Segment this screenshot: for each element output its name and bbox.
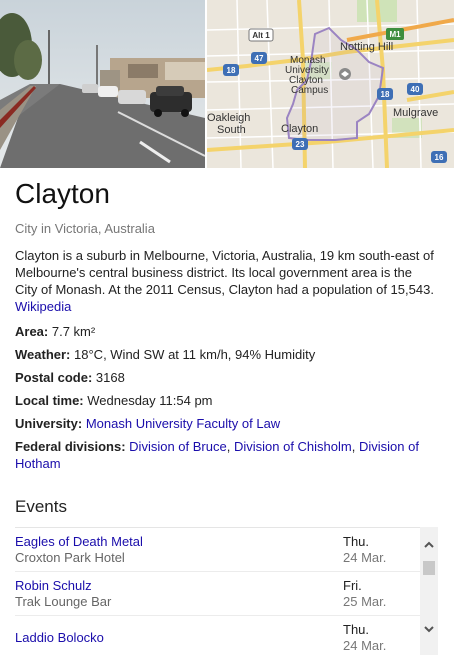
shield-alt1: Alt 1 bbox=[252, 31, 270, 40]
fact-weather: Weather: 18°C, Wind SW at 11 km/h, 94% H… bbox=[15, 346, 440, 363]
event-venue: Trak Lounge Bar bbox=[15, 594, 112, 609]
event-date: 24 Mar. bbox=[343, 638, 387, 653]
shield-16: 16 bbox=[435, 153, 444, 162]
fact-postal-label: Postal code: bbox=[15, 370, 93, 385]
page-subtitle: City in Victoria, Australia bbox=[15, 221, 155, 236]
event-row[interactable]: Robin Schulz Trak Lounge Bar Fri. 25 Mar… bbox=[15, 572, 438, 616]
federal-separator-1: , bbox=[226, 439, 231, 454]
fact-weather-value: 18°C, Wind SW at 11 km/h, 94% Humidity bbox=[74, 347, 316, 362]
fact-federal-label: Federal divisions: bbox=[15, 439, 126, 454]
event-date: 24 Mar. bbox=[343, 550, 387, 565]
event-row[interactable]: Eagles of Death Metal Croxton Park Hotel… bbox=[15, 528, 438, 572]
shield-m1: M1 bbox=[389, 30, 401, 39]
event-row[interactable]: Laddio Bolocko Thu. 24 Mar. bbox=[15, 616, 438, 656]
fact-postal-value: 3168 bbox=[95, 370, 125, 385]
fact-local-time: Local time: Wednesday 11:54 pm bbox=[15, 392, 440, 409]
wikipedia-link[interactable]: Wikipedia bbox=[15, 299, 71, 314]
federal-separator-2: , bbox=[351, 439, 356, 454]
street-photo[interactable] bbox=[0, 0, 205, 168]
description: Clayton is a suburb in Melbourne, Victor… bbox=[15, 247, 437, 315]
area-map[interactable]: Alt 1 M1 47 18 18 40 23 16 Notting Hill … bbox=[207, 0, 454, 168]
event-name[interactable]: Eagles of Death Metal bbox=[15, 534, 143, 550]
media-strip: Alt 1 M1 47 18 18 40 23 16 Notting Hill … bbox=[0, 0, 454, 168]
event-date: 25 Mar. bbox=[343, 594, 387, 609]
event-name[interactable]: Laddio Bolocko bbox=[15, 630, 104, 646]
division-bruce-link[interactable]: Division of Bruce bbox=[129, 439, 227, 454]
map-label-oakleigh-2: South bbox=[217, 124, 246, 136]
shield-23: 23 bbox=[296, 140, 305, 149]
map-label-mulgrave: Mulgrave bbox=[393, 107, 438, 119]
university-marker-icon bbox=[339, 68, 351, 80]
fact-university-label: University: bbox=[15, 416, 83, 431]
scroll-up-icon[interactable] bbox=[420, 539, 438, 557]
scroll-down-icon[interactable] bbox=[420, 623, 438, 641]
event-venue: Croxton Park Hotel bbox=[15, 550, 125, 565]
division-chisholm-link[interactable]: Division of Chisholm bbox=[234, 439, 352, 454]
scrollbar-thumb[interactable] bbox=[423, 561, 435, 575]
events-list[interactable]: Eagles of Death Metal Croxton Park Hotel… bbox=[15, 527, 438, 656]
fact-area-value: 7.7 km² bbox=[51, 324, 96, 339]
fact-area: Area: 7.7 km² bbox=[15, 323, 440, 340]
events-heading: Events bbox=[15, 497, 67, 516]
fact-area-label: Area: bbox=[15, 324, 49, 339]
description-text: Clayton is a suburb in Melbourne, Victor… bbox=[15, 248, 434, 297]
shield-18a: 18 bbox=[227, 66, 236, 75]
fact-time-label: Local time: bbox=[15, 393, 84, 408]
fact-postal-code: Postal code: 3168 bbox=[15, 369, 440, 386]
facts-list: Area: 7.7 km² Weather: 18°C, Wind SW at … bbox=[15, 323, 440, 478]
shield-47: 47 bbox=[255, 54, 264, 63]
map-label-clayton: Clayton bbox=[281, 123, 318, 135]
university-link[interactable]: Monash University Faculty of Law bbox=[86, 416, 280, 431]
events-scrollbar[interactable] bbox=[420, 527, 438, 655]
fact-federal-divisions: Federal divisions: Division of Bruce, Di… bbox=[15, 438, 440, 472]
event-day: Fri. bbox=[343, 578, 362, 593]
fact-time-value: Wednesday 11:54 pm bbox=[87, 393, 213, 408]
fact-weather-label: Weather: bbox=[15, 347, 71, 362]
shield-18b: 18 bbox=[381, 90, 390, 99]
fact-university: University: Monash University Faculty of… bbox=[15, 415, 440, 432]
event-name[interactable]: Robin Schulz bbox=[15, 578, 92, 594]
map-label-monash-4: Campus bbox=[291, 85, 328, 96]
page-title: Clayton bbox=[15, 178, 110, 209]
event-day: Thu. bbox=[343, 534, 370, 549]
event-day: Thu. bbox=[343, 622, 370, 637]
map-label-notting-hill: Notting Hill bbox=[340, 41, 393, 53]
shield-40: 40 bbox=[411, 85, 420, 94]
map-label-oakleigh-1: Oakleigh bbox=[207, 112, 250, 124]
